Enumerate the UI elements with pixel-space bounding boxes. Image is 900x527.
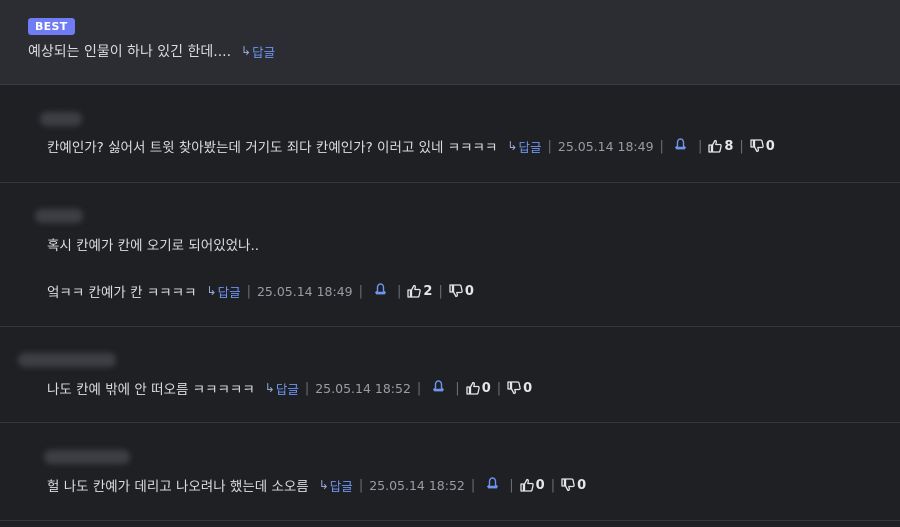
thumbs-up-icon [407,284,422,298]
divider: | [358,283,364,299]
comment-line: 엌ㅋㅋ 칸예가 칸 ㅋㅋㅋㅋ ↳ 답글 | 25.05.14 18:49 | |… [47,281,474,301]
comment-date: 25.05.14 18:52 [315,380,411,396]
author-nickname-blurred [18,353,116,367]
author-nickname-blurred [40,112,82,126]
dislike-count: 0 [464,283,474,299]
reply-button[interactable]: ↳ 답글 [265,379,299,398]
comment-item: 헐 나도 칸예가 데리고 나오려나 했는데 소오름 ↳ 답글 | 25.05.1… [0,423,900,521]
thumbs-down-icon [561,478,575,492]
divider: | [550,477,556,493]
dislike-count: 0 [523,380,533,396]
comment-item: 칸예인가? 싫어서 트윗 찾아봤는데 거기도 죄다 칸예인가? 이러고 있네 ㅋ… [0,85,900,183]
comment-line: 헐 나도 칸예가 데리고 나오려나 했는데 소오름 ↳ 답글 | 25.05.1… [47,475,586,495]
thumbs-down-icon [507,381,521,395]
reply-arrow-icon: ↳ [318,478,329,492]
reply-button[interactable]: ↳ 답글 [319,476,353,495]
like-button[interactable]: 8 [708,139,733,154]
comment-item: 나도 칸예 밖에 안 떠오름 ㅋㅋㅋㅋㅋ ↳ 답글 | 25.05.14 18:… [0,327,900,423]
dislike-button[interactable]: 0 [750,139,775,154]
comment-line: 칸예인가? 싫어서 트윗 찾아봤는데 거기도 죄다 칸예인가? 이러고 있네 ㅋ… [47,136,775,156]
comment-line: 혹시 칸예가 칸에 오기로 되어있었나.. [47,234,259,254]
like-count: 2 [423,283,433,299]
comment-date: 25.05.14 18:49 [557,138,654,154]
divider: | [659,138,664,154]
bell-icon[interactable] [431,380,445,396]
reply-button[interactable]: ↳ 답글 [507,137,541,156]
comment-text: 혹시 칸예가 칸에 오기로 되어있었나.. [47,238,260,254]
comment-date: 25.05.14 18:52 [369,477,465,493]
like-button[interactable]: 2 [407,284,432,299]
reply-arrow-icon: ↳ [264,381,275,395]
divider: | [246,283,251,299]
like-count: 0 [481,380,491,396]
like-count: 8 [724,138,734,154]
comment-text: 나도 칸예 밖에 안 떠오름 ㅋㅋㅋㅋㅋ [47,382,255,398]
best-comment: BEST 예상되는 인물이 하나 있긴 한데.... ↳ 답글 [0,0,900,85]
comment-date: 25.05.14 18:49 [256,283,353,299]
comment-item: 혹시 칸예가 칸에 오기로 되어있었나.. 엌ㅋㅋ 칸예가 칸 ㅋㅋㅋㅋ ↳ 답… [0,183,900,327]
divider: | [397,283,402,299]
divider: | [509,477,514,493]
author-nickname-blurred [44,450,130,464]
comment-text: 칸예인가? 싫어서 트윗 찾아봤는데 거기도 죄다 칸예인가? 이러고 있네 ㅋ… [47,140,498,156]
reply-arrow-icon: ↳ [241,44,252,58]
dislike-button[interactable]: 0 [507,381,532,396]
divider: | [416,380,422,396]
dislike-button[interactable]: 0 [561,478,586,493]
bell-icon[interactable] [373,283,387,299]
author-nickname-blurred [35,209,83,223]
divider: | [547,138,552,154]
divider: | [438,283,443,299]
thumbs-up-icon [520,478,534,492]
divider: | [496,380,502,396]
reply-arrow-icon: ↳ [507,139,518,153]
dislike-count: 0 [577,477,587,493]
thumbs-up-icon [708,139,723,153]
comment-text: 엌ㅋㅋ 칸예가 칸 ㅋㅋㅋㅋ [47,285,197,301]
thumbs-down-icon [449,284,463,298]
like-button[interactable]: 0 [466,381,491,396]
bell-icon[interactable] [674,138,688,154]
best-badge: BEST [28,18,75,35]
reply-label: 답글 [518,139,542,155]
reply-label: 답글 [275,381,299,397]
reply-button[interactable]: ↳ 답글 [241,42,275,61]
like-button[interactable]: 0 [520,478,545,493]
reply-label: 답글 [329,478,353,494]
divider: | [358,477,364,493]
thumbs-down-icon [750,139,764,153]
divider: | [455,380,460,396]
reply-button[interactable]: ↳ 답글 [207,282,241,301]
divider: | [739,138,744,154]
reply-label: 답글 [217,284,241,300]
best-comment-text: 예상되는 인물이 하나 있긴 한데.... [28,44,232,60]
reply-arrow-icon: ↳ [206,284,217,298]
divider: | [697,138,703,154]
divider: | [470,477,476,493]
dislike-count: 0 [765,138,775,154]
comment-line: 나도 칸예 밖에 안 떠오름 ㅋㅋㅋㅋㅋ ↳ 답글 | 25.05.14 18:… [47,378,532,398]
comment-text: 헐 나도 칸예가 데리고 나오려나 했는데 소오름 [47,479,309,495]
reply-label: 답글 [252,44,276,60]
dislike-button[interactable]: 0 [449,284,474,299]
best-comment-body: 예상되는 인물이 하나 있긴 한데.... ↳ 답글 [28,41,275,61]
divider: | [304,380,310,396]
thumbs-up-icon [466,381,480,395]
like-count: 0 [535,477,545,493]
bell-icon[interactable] [485,477,499,493]
